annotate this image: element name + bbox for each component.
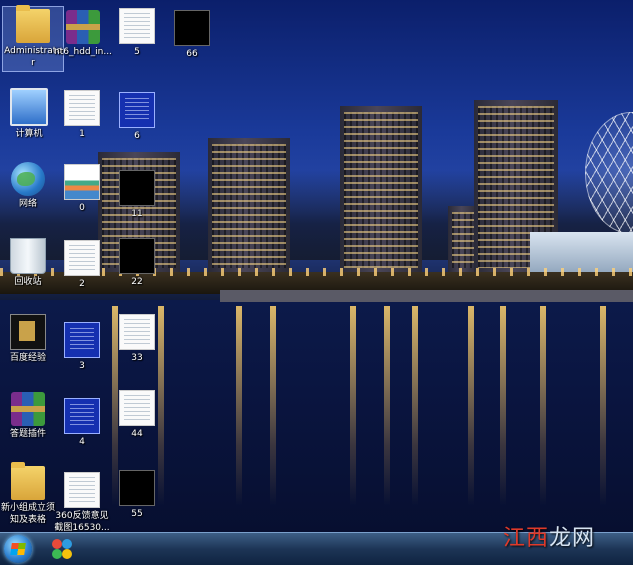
document-thumbnail-icon [119,390,155,426]
icon-label: 33 [131,353,143,363]
icon-label: nt6_hdd_in... [54,47,112,57]
wallpaper-reflection [384,306,390,506]
desktop-icon-4[interactable]: 4 [52,396,112,448]
folder-icon [16,5,50,43]
icon-label: 6 [134,131,140,141]
icon-label: 网络 [18,199,37,209]
desktop-icon-22[interactable]: 22 [107,236,167,288]
desktop-icon-2[interactable]: 2 [52,238,112,290]
document-thumbnail-icon [119,314,155,350]
document-thumbnail-icon [64,90,100,126]
black-image-icon [119,170,155,206]
icon-label: 1 [79,129,85,139]
icon-label: 3 [79,361,85,371]
windows-start-orb-icon [10,543,26,555]
wallpaper-reflection [350,306,356,506]
icon-label: 55 [131,509,143,519]
desktop-icon-33[interactable]: 33 [107,312,167,364]
image-thumbnail-icon [64,164,100,200]
icon-label: 11 [131,209,143,219]
desktop-icon-55[interactable]: 55 [107,468,167,520]
multicolor-app-icon-part [62,539,72,549]
icon-label: 44 [131,429,143,439]
desktop-icon-network[interactable]: 网络 [0,160,58,210]
winrar-archive-icon [66,10,100,44]
desktop-icon-1[interactable]: 1 [52,88,112,140]
black-image-icon [174,10,210,46]
desktop-icon-360-feedback[interactable]: 360反馈意见截图16530... [52,470,112,532]
recycle-bin-icon [10,238,46,274]
multicolor-app-icon [52,539,62,549]
watermark-part1: 江西 [502,526,549,551]
icon-label: 5 [134,47,140,57]
icon-label: 22 [131,277,143,287]
wallpaper-pier [220,290,633,302]
wallpaper-tower-2 [208,138,290,274]
watermark-part2: 龙网 [548,526,595,551]
taskbar-pinned-app[interactable] [46,535,80,563]
icon-label: 百度经验 [9,353,46,363]
winrar-archive-icon [11,392,45,426]
desktop-icon-0[interactable]: 0 [52,162,112,214]
desktop-wallpaper: Administrator 计算机 网络 回收站 百度经验 答题插件 新小组成立… [0,0,633,532]
icon-label: 新小组成立须知及表格 [0,503,55,525]
multicolor-app-icon-part [52,549,62,559]
desktop-icon-6[interactable]: 6 [107,90,167,142]
wallpaper-reflection [600,306,606,506]
desktop-icon-answer-plugin[interactable]: 答题插件 [0,390,58,440]
document-thumbnail-icon [119,8,155,44]
icon-label: 360反馈意见截图16530... [54,511,110,532]
wallpaper-reflection [270,306,276,506]
desktop-icon-recycle-bin[interactable]: 回收站 [0,236,58,288]
desktop-icon-baidu-jingyan[interactable]: 百度经验 [0,312,58,364]
desktop-icon-44[interactable]: 44 [107,388,167,440]
wallpaper-reflection [236,306,242,506]
black-image-icon [119,470,155,506]
folder-icon [11,462,45,500]
blue-screenshot-icon [64,398,100,434]
screenshot-thumbnail-icon [64,472,100,508]
icon-label: 计算机 [15,129,43,139]
icon-label: 答题插件 [9,429,46,439]
wallpaper-reflection [412,306,418,506]
document-thumbnail-icon [64,240,100,276]
multicolor-app-icon-part [62,549,72,559]
desktop-icon-5[interactable]: 5 [107,6,167,58]
blue-screenshot-icon [119,92,155,128]
icon-label: 0 [79,203,85,213]
desktop-icon-new-group-folder[interactable]: 新小组成立须知及表格 [0,462,58,526]
desktop-icon-nt6-hdd[interactable]: nt6_hdd_in... [53,8,113,58]
wallpaper-reflection [468,306,474,506]
computer-icon [10,88,48,126]
start-button[interactable] [4,535,32,563]
network-globe-icon [11,162,45,196]
black-image-icon [119,238,155,274]
desktop-icon-11[interactable]: 11 [107,168,167,220]
icon-label: 2 [79,279,85,289]
desktop-icon-66[interactable]: 66 [162,8,222,60]
wallpaper-reflection [500,306,506,506]
site-watermark: 江西龙网 [503,520,595,552]
wallpaper-tower-3 [340,106,422,274]
blue-screenshot-icon [64,322,100,358]
icon-label: 回收站 [14,277,42,287]
wallpaper-reflection [540,306,546,506]
icon-label: 4 [79,437,85,447]
icon-label: 66 [186,49,198,59]
desktop-icon-computer[interactable]: 计算机 [0,86,59,140]
desktop-icon-3[interactable]: 3 [52,320,112,372]
baidu-book-icon [10,314,46,350]
